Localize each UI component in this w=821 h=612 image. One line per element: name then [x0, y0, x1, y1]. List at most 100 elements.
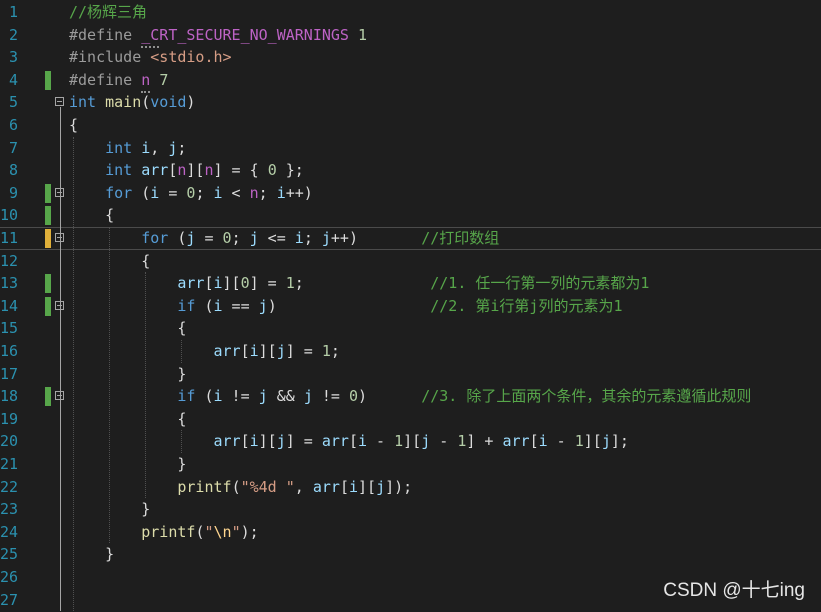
- code-token: j: [321, 229, 331, 247]
- code-token: j: [258, 296, 268, 315]
- change-marker: [45, 387, 51, 407]
- code-token: 1: [321, 342, 331, 360]
- code-token: if: [177, 296, 196, 315]
- code-token: arr: [177, 274, 205, 293]
- collapse-icon[interactable]: [55, 97, 64, 107]
- code-line[interactable]: 25 }: [0, 543, 821, 566]
- code-line[interactable]: 23 }: [0, 498, 821, 521]
- code-token: i: [150, 183, 160, 202]
- code-line[interactable]: 8 int arr[n][n] = { 0 };: [0, 159, 821, 182]
- code-line[interactable]: 22 printf("%4d ", arr[i][j]);: [0, 476, 821, 499]
- code-token: ;: [258, 183, 277, 202]
- code-token: );: [240, 522, 259, 541]
- code-token: i: [538, 432, 548, 451]
- code-token: (: [132, 183, 151, 202]
- code-token: {: [69, 409, 187, 428]
- code-token: j: [376, 477, 386, 496]
- code-token: 1: [358, 25, 368, 44]
- code-line[interactable]: 24 printf("\n");: [0, 521, 821, 544]
- code-token: ] +: [466, 432, 503, 451]
- code-token: 1: [574, 432, 584, 451]
- change-marker: [45, 183, 51, 203]
- code-token: i: [213, 387, 223, 406]
- code-token: i: [294, 229, 304, 247]
- line-number: 12: [0, 251, 19, 270]
- code-line[interactable]: 15 {: [0, 317, 821, 340]
- code-text: #define n 7: [69, 69, 168, 92]
- code-token: [: [240, 342, 250, 360]
- code-line[interactable]: 14 if (i == j) //2. 第i行第j列的元素为1: [0, 295, 821, 318]
- code-line[interactable]: 19 {: [0, 408, 821, 431]
- code-token: {: [69, 319, 187, 338]
- code-line[interactable]: 10 {: [0, 204, 821, 227]
- code-line[interactable]: 9 for (i = 0; i < n; i++): [0, 182, 821, 205]
- code-line[interactable]: 7 int i, j;: [0, 137, 821, 160]
- fold-line: [60, 107, 61, 611]
- code-token: 0: [222, 229, 232, 247]
- code-text: //杨辉三角: [69, 1, 147, 24]
- code-text: {: [69, 408, 186, 431]
- line-number: 22: [0, 477, 19, 496]
- code-token: arr: [213, 342, 241, 360]
- code-token: ": [204, 522, 214, 541]
- code-line[interactable]: 12 {: [0, 250, 821, 273]
- line-number: 19: [0, 409, 19, 428]
- csdn-watermark: CSDN @十七ing: [663, 580, 805, 601]
- code-line[interactable]: 13 arr[i][0] = 1; //1. 任一行第一列的元素都为1: [0, 272, 821, 295]
- code-token: [: [339, 477, 349, 496]
- code-line[interactable]: 2 #define _CRT_SECURE_NO_WARNINGS 1: [0, 24, 821, 47]
- indent-guide: [181, 340, 183, 363]
- code-editor[interactable]: 1 //杨辉三角 2 #define _CRT_SECURE_NO_WARNINGS …: [0, 0, 821, 612]
- code-token: ][: [258, 432, 277, 451]
- code-token: i: [358, 432, 368, 451]
- code-token: "%4d ": [240, 477, 295, 496]
- code-token: ][: [403, 432, 422, 451]
- code-token: //杨辉三角: [69, 3, 148, 21]
- code-line[interactable]: 18 if (i != j && j != 0) //3. 除了上面两个条件，其…: [0, 385, 821, 408]
- code-token: ,: [294, 477, 313, 496]
- code-token: arr: [312, 477, 340, 496]
- code-line[interactable]: 5 int main(void): [0, 91, 821, 114]
- code-token: if: [177, 387, 196, 406]
- code-token: ): [358, 387, 422, 406]
- line-number: 20: [0, 432, 19, 451]
- code-token: ]);: [385, 477, 413, 496]
- code-line[interactable]: 17 }: [0, 363, 821, 386]
- code-line[interactable]: 6{: [0, 114, 821, 137]
- code-line[interactable]: 1 //杨辉三角: [0, 1, 821, 24]
- code-line[interactable]: 11 for (j = 0; j <= i; j++) //打印数组: [0, 227, 821, 250]
- code-token: j: [276, 342, 286, 360]
- indent-guide: [145, 272, 147, 499]
- code-text: {: [69, 317, 186, 340]
- code-line[interactable]: 3 #include <stdio.h>: [0, 46, 821, 69]
- code-token: int: [105, 138, 133, 157]
- line-number: 18: [0, 387, 19, 406]
- line-number: 3: [8, 48, 18, 67]
- code-line[interactable]: 4 #define n 7: [0, 69, 821, 92]
- code-line[interactable]: 16 arr[i][j] = 1;: [0, 340, 821, 363]
- code-token: 1: [394, 432, 404, 451]
- indent-guide: [73, 136, 74, 612]
- code-token: #define: [69, 70, 142, 89]
- code-token: //打印数组: [421, 229, 500, 247]
- code-token: ];: [610, 432, 629, 451]
- line-number: 16: [0, 342, 19, 360]
- line-number: 6: [8, 116, 18, 134]
- code-token: int: [105, 161, 133, 180]
- line-number: 15: [0, 319, 19, 338]
- code-line[interactable]: 21 }: [0, 453, 821, 476]
- code-text: }: [69, 453, 186, 476]
- code-token: i: [276, 183, 286, 202]
- code-token: 0: [240, 274, 250, 293]
- code-line[interactable]: 20 arr[i][j] = arr[i - 1][j - 1] + arr[i…: [0, 430, 821, 453]
- code-token: arr: [213, 432, 241, 451]
- line-number: 21: [0, 455, 19, 473]
- code-text: }: [69, 543, 114, 566]
- code-token: //3. 除了上面两个条件，其余的元素遵循此规则: [421, 387, 752, 406]
- code-token: for: [105, 183, 133, 202]
- code-token: int: [69, 93, 97, 112]
